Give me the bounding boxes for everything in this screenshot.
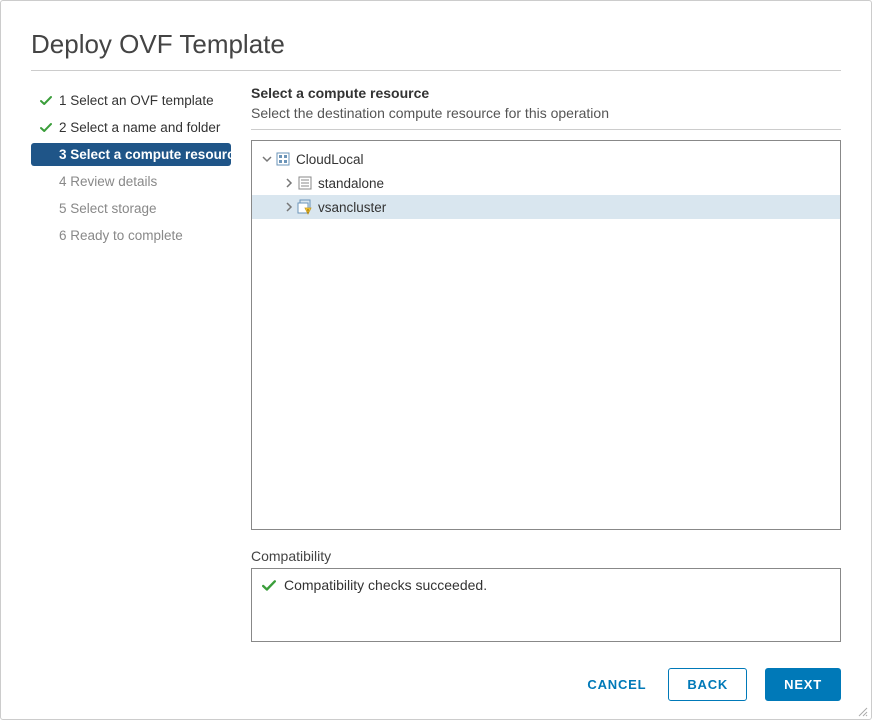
step-3[interactable]: 3 Select a compute resource [31, 143, 231, 166]
step-label: 5 Select storage [59, 201, 157, 216]
step-4: 4 Review details [31, 170, 231, 193]
compatibility-box: Compatibility checks succeeded. [251, 568, 841, 642]
host-icon [296, 174, 314, 192]
compatibility-message: Compatibility checks succeeded. [284, 577, 487, 593]
step-label: 3 Select a compute resource [59, 147, 242, 162]
step-1[interactable]: 1 Select an OVF template [31, 89, 231, 112]
tree-node-label: CloudLocal [296, 152, 364, 167]
step-label: 2 Select a name and folder [59, 120, 220, 135]
step-label: 1 Select an OVF template [59, 93, 214, 108]
step-spacer [39, 229, 53, 243]
wizard-main: Select a compute resource Select the des… [251, 85, 841, 642]
tree-node-datacenter[interactable]: CloudLocal [252, 147, 840, 171]
check-icon [262, 577, 276, 596]
title-divider [31, 70, 841, 71]
tree-node-cluster[interactable]: vsancluster [252, 195, 840, 219]
dialog-title: Deploy OVF Template [31, 29, 841, 60]
dialog-footer: CANCEL BACK NEXT [583, 668, 841, 701]
chevron-right-icon[interactable] [282, 176, 296, 190]
cancel-button[interactable]: CANCEL [583, 669, 650, 700]
check-icon [39, 121, 53, 135]
step-spacer [39, 175, 53, 189]
resize-grip-icon[interactable] [856, 704, 868, 716]
section-desc: Select the destination compute resource … [251, 105, 841, 121]
compute-resource-tree[interactable]: CloudLocal standalone [251, 140, 841, 530]
step-6: 6 Ready to complete [31, 224, 231, 247]
tree-node-label: vsancluster [318, 200, 386, 215]
cluster-warning-icon [296, 198, 314, 216]
wizard-steps: 1 Select an OVF template 2 Select a name… [31, 85, 231, 642]
chevron-right-icon[interactable] [282, 200, 296, 214]
step-label: 4 Review details [59, 174, 157, 189]
step-spacer [39, 202, 53, 216]
datacenter-icon [274, 150, 292, 168]
step-5: 5 Select storage [31, 197, 231, 220]
tree-node-host[interactable]: standalone [252, 171, 840, 195]
chevron-down-icon[interactable] [260, 152, 274, 166]
step-label: 6 Ready to complete [59, 228, 183, 243]
step-spacer [39, 148, 53, 162]
section-divider [251, 129, 841, 130]
compatibility-label: Compatibility [251, 548, 841, 564]
check-icon [39, 94, 53, 108]
deploy-ovf-dialog: Deploy OVF Template 1 Select an OVF temp… [0, 0, 872, 720]
tree-node-label: standalone [318, 176, 384, 191]
step-2[interactable]: 2 Select a name and folder [31, 116, 231, 139]
next-button[interactable]: NEXT [765, 668, 841, 701]
back-button[interactable]: BACK [668, 668, 747, 701]
section-title: Select a compute resource [251, 85, 841, 101]
dialog-body: 1 Select an OVF template 2 Select a name… [31, 85, 841, 642]
